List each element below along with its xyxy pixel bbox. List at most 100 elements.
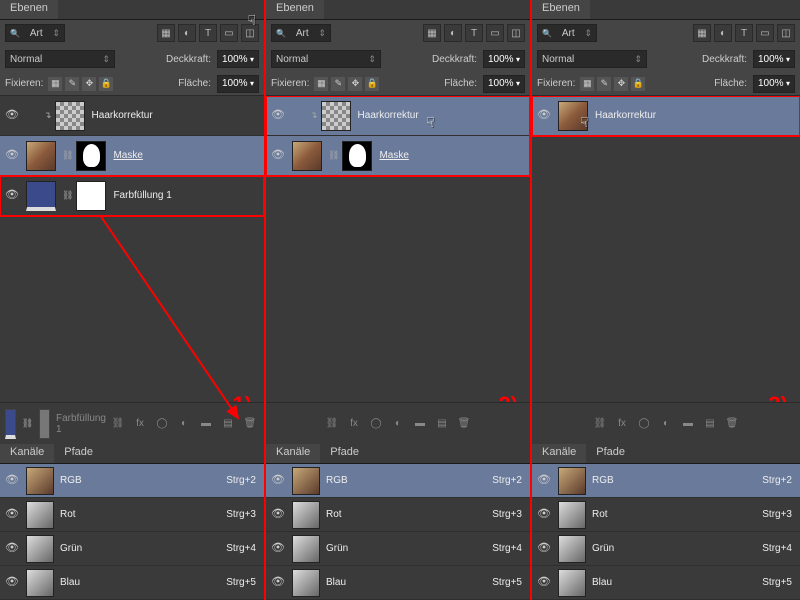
layers-tab[interactable]: Ebenen [266, 0, 324, 19]
filter-smart-icon[interactable]: ◫ [777, 24, 795, 42]
trash-icon[interactable]: 🗑 [723, 415, 741, 433]
lock-all-icon[interactable]: 🔒 [365, 77, 379, 91]
visibility-eye-icon[interactable]: 👁 [4, 188, 20, 204]
filter-adjust-icon[interactable]: ◐ [178, 24, 196, 42]
fx-icon[interactable]: fx [613, 415, 631, 433]
channel-thumb[interactable] [292, 569, 320, 597]
mask-icon[interactable]: ◯ [367, 415, 385, 433]
link-layers-icon[interactable]: ⛓ [109, 415, 127, 433]
visibility-eye-icon[interactable]: 👁 [4, 148, 20, 164]
layer-thumb[interactable] [26, 141, 56, 171]
channel-row[interactable]: 👁 Grün Strg+4 [532, 532, 800, 566]
channel-row[interactable]: 👁 Rot Strg+3 [532, 498, 800, 532]
channels-tab[interactable]: Kanäle [266, 444, 320, 463]
visibility-eye-icon[interactable]: 👁 [270, 507, 286, 523]
layer-name-label[interactable]: Haarkorrektur [92, 110, 153, 121]
mask-icon[interactable]: ◯ [635, 415, 653, 433]
filter-type-select[interactable]: 🔍Art⇕ [271, 24, 331, 42]
filter-type-select[interactable]: 🔍Art⇕ [5, 24, 65, 42]
channel-row[interactable]: 👁 Rot Strg+3 [0, 498, 264, 532]
filter-shape-icon[interactable]: ▭ [756, 24, 774, 42]
layer-thumb[interactable] [342, 141, 372, 171]
paths-tab[interactable]: Pfade [320, 444, 369, 463]
fx-icon[interactable]: fx [345, 415, 363, 433]
lock-transparent-icon[interactable]: ▦ [314, 77, 328, 91]
layer-name-label[interactable]: Farbfüllung 1 [113, 190, 171, 201]
lock-image-icon[interactable]: ✎ [597, 77, 611, 91]
channel-row[interactable]: 👁 Blau Strg+5 [0, 566, 264, 600]
channel-thumb[interactable] [558, 501, 586, 529]
mask-icon[interactable]: ◯ [153, 415, 171, 433]
channel-thumb[interactable] [26, 467, 54, 495]
channel-thumb[interactable] [26, 569, 54, 597]
layer-row[interactable]: 👁 Haarkorrektur [532, 96, 800, 136]
layer-thumb[interactable] [76, 181, 106, 211]
lock-transparent-icon[interactable]: ▦ [48, 77, 62, 91]
fill-spinner[interactable]: 100%▾ [753, 75, 795, 93]
layer-row[interactable]: 👁 ↴Haarkorrektur [0, 96, 264, 136]
blend-mode-select[interactable]: Normal⇕ [271, 50, 381, 68]
visibility-eye-icon[interactable]: 👁 [536, 575, 552, 591]
filter-type-icon[interactable]: T [199, 24, 217, 42]
visibility-eye-icon[interactable]: 👁 [270, 473, 286, 489]
channel-row[interactable]: 👁 Grün Strg+4 [0, 532, 264, 566]
visibility-eye-icon[interactable]: 👁 [536, 108, 552, 124]
channel-thumb[interactable] [292, 501, 320, 529]
blend-mode-select[interactable]: Normal⇕ [5, 50, 115, 68]
lock-transparent-icon[interactable]: ▦ [580, 77, 594, 91]
filter-shape-icon[interactable]: ▭ [220, 24, 238, 42]
lock-position-icon[interactable]: ✥ [348, 77, 362, 91]
lock-position-icon[interactable]: ✥ [614, 77, 628, 91]
filter-type-icon[interactable]: T [735, 24, 753, 42]
layer-thumb[interactable] [26, 181, 56, 211]
channel-thumb[interactable] [292, 467, 320, 495]
link-layers-icon[interactable]: ⛓ [591, 415, 609, 433]
visibility-eye-icon[interactable]: 👁 [4, 108, 20, 124]
channel-thumb[interactable] [558, 535, 586, 563]
layer-row[interactable]: 👁 ⛓Maske [0, 136, 264, 176]
layer-row[interactable]: 👁 ⛓Maske [266, 136, 530, 176]
channel-row[interactable]: 👁 Rot Strg+3 [266, 498, 530, 532]
lock-image-icon[interactable]: ✎ [331, 77, 345, 91]
opacity-spinner[interactable]: 100%▾ [217, 50, 259, 68]
channel-row[interactable]: 👁 RGB Strg+2 [0, 464, 264, 498]
filter-smart-icon[interactable]: ◫ [507, 24, 525, 42]
opacity-spinner[interactable]: 100%▾ [483, 50, 525, 68]
layer-name-label[interactable]: Haarkorrektur [595, 110, 656, 121]
layer-thumb[interactable] [321, 101, 351, 131]
channel-row[interactable]: 👁 Grün Strg+4 [266, 532, 530, 566]
channels-tab[interactable]: Kanäle [0, 444, 54, 463]
visibility-eye-icon[interactable]: 👁 [270, 541, 286, 557]
filter-pixel-icon[interactable]: ▦ [693, 24, 711, 42]
lock-all-icon[interactable]: 🔒 [631, 77, 645, 91]
channel-thumb[interactable] [292, 535, 320, 563]
trash-icon[interactable]: 🗑 [455, 415, 473, 433]
layer-thumb[interactable] [292, 141, 322, 171]
filter-type-icon[interactable]: T [465, 24, 483, 42]
lock-image-icon[interactable]: ✎ [65, 77, 79, 91]
lock-all-icon[interactable]: 🔒 [99, 77, 113, 91]
channel-thumb[interactable] [26, 501, 54, 529]
visibility-eye-icon[interactable]: 👁 [270, 575, 286, 591]
layer-thumb[interactable] [55, 101, 85, 131]
visibility-eye-icon[interactable]: 👁 [4, 507, 20, 523]
layer-thumb[interactable] [76, 141, 106, 171]
visibility-eye-icon[interactable]: 👁 [536, 541, 552, 557]
filter-shape-icon[interactable]: ▭ [486, 24, 504, 42]
link-layers-icon[interactable]: ⛓ [323, 415, 341, 433]
layer-row[interactable]: 👁 ↴Haarkorrektur [266, 96, 530, 136]
fx-icon[interactable]: fx [131, 415, 149, 433]
blend-mode-select[interactable]: Normal⇕ [537, 50, 647, 68]
layer-thumb[interactable] [558, 101, 588, 131]
group-icon[interactable]: ▬ [679, 415, 697, 433]
fill-spinner[interactable]: 100%▾ [217, 75, 259, 93]
filter-pixel-icon[interactable]: ▦ [157, 24, 175, 42]
new-layer-icon[interactable]: ▤ [219, 415, 237, 433]
layer-row[interactable]: 👁 ⛓Farbfüllung 1 [0, 176, 264, 216]
channel-row[interactable]: 👁 RGB Strg+2 [266, 464, 530, 498]
layers-tab[interactable]: Ebenen [532, 0, 590, 19]
visibility-eye-icon[interactable]: 👁 [4, 541, 20, 557]
filter-pixel-icon[interactable]: ▦ [423, 24, 441, 42]
visibility-eye-icon[interactable]: 👁 [270, 148, 286, 164]
channel-thumb[interactable] [26, 535, 54, 563]
